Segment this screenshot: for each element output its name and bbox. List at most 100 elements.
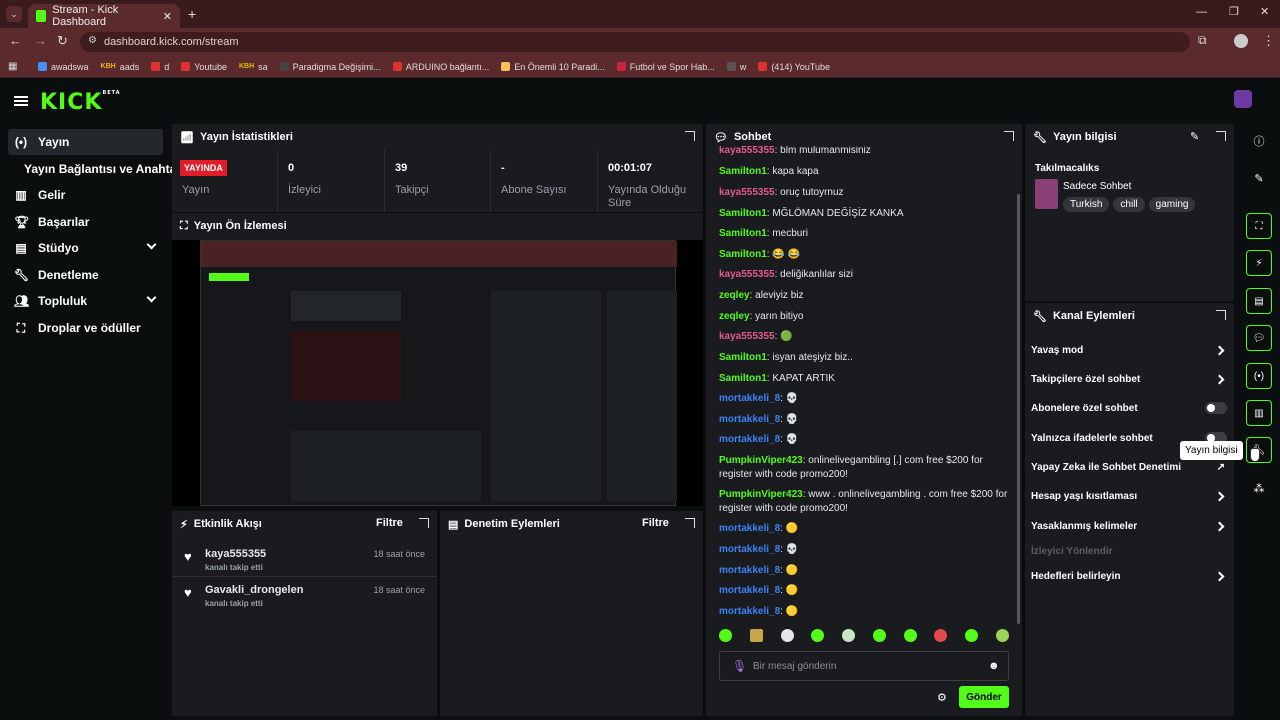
- emote-icon[interactable]: [719, 629, 732, 642]
- bookmark-item[interactable]: KBH aads: [101, 62, 140, 72]
- emote-icon[interactable]: [903, 629, 917, 642]
- bookmark-item[interactable]: KBH sa: [239, 62, 268, 72]
- action-account-age[interactable]: Hesap yaşı kısıtlaması: [1031, 486, 1227, 506]
- chat-username[interactable]: kaya555355: [719, 331, 775, 342]
- tag-chip[interactable]: Turkish: [1063, 197, 1110, 212]
- chat-username[interactable]: mortakkeli_8: [719, 544, 780, 555]
- sidebar-item-topluluk[interactable]: 👥︎ Topluluk: [8, 288, 163, 314]
- chat-username[interactable]: Samilton1: [719, 352, 767, 363]
- emote-icon[interactable]: [934, 629, 948, 642]
- bookmark-item[interactable]: (414) YouTube: [758, 62, 830, 72]
- category-name[interactable]: Sadece Sohbet: [1063, 181, 1131, 192]
- profile-avatar[interactable]: [1234, 34, 1248, 48]
- chat-settings-gear-icon[interactable]: ⚙: [937, 691, 947, 704]
- bookmark-item[interactable]: En Önemli 10 Paradi...: [501, 62, 605, 72]
- action-ai-moderation[interactable]: Yapay Zeka ile Sohbet Denetimi ↗: [1031, 457, 1227, 477]
- chat-username[interactable]: mortakkeli_8: [719, 523, 780, 534]
- sidebar-item-droplar[interactable]: ⛶ Droplar ve ödüller: [8, 315, 163, 341]
- chat-username[interactable]: mortakkeli_8: [719, 393, 780, 404]
- action-followers-only[interactable]: Takipçilere özel sohbet: [1031, 369, 1227, 389]
- rail-stats-button[interactable]: ▥: [1246, 400, 1272, 426]
- send-button[interactable]: Gönder: [959, 686, 1009, 708]
- emote-icon[interactable]: [749, 629, 763, 642]
- bookmark-item[interactable]: awadswa: [38, 62, 89, 72]
- category-thumbnail[interactable]: [1035, 179, 1058, 209]
- microphone-icon[interactable]: 🎙︎: [732, 659, 747, 673]
- chat-username[interactable]: mortakkeli_8: [719, 434, 780, 445]
- chat-username[interactable]: kaya555355: [719, 187, 775, 198]
- extensions-icon[interactable]: ⧉: [1198, 33, 1207, 48]
- bookmark-item[interactable]: Paradigma Değişimi...: [279, 62, 381, 72]
- emote-icon[interactable]: [995, 629, 1009, 642]
- sidebar-item-yayin[interactable]: (•) Yayın: [8, 129, 163, 155]
- action-subs-only[interactable]: Abonelere özel sohbet: [1031, 398, 1227, 418]
- moderation-filter-button[interactable]: Filtre: [642, 517, 669, 529]
- activity-user[interactable]: Gavakli_drongelen: [205, 584, 303, 596]
- sidebar-item-studyo[interactable]: ▤ Stüdyo: [8, 235, 163, 261]
- chat-username[interactable]: Samilton1: [719, 249, 767, 260]
- edit-pencil-icon[interactable]: ✎: [1250, 169, 1268, 187]
- sidebar-item-stream-key[interactable]: Yayın Bağlantısı ve Anahtarı: [18, 156, 184, 182]
- action-set-goals[interactable]: Hedefleri belirleyin: [1031, 566, 1227, 586]
- emote-icon[interactable]: [842, 629, 856, 642]
- forward-icon[interactable]: →: [34, 33, 47, 48]
- edit-pencil-icon[interactable]: ✎: [1190, 130, 1199, 143]
- rail-broadcast-button[interactable]: (•): [1246, 363, 1272, 389]
- stream-preview-video[interactable]: [172, 240, 703, 506]
- chat-username[interactable]: Samilton1: [719, 373, 767, 384]
- address-bar[interactable]: ⚙ dashboard.kick.com/stream: [80, 32, 1190, 52]
- emoji-picker-icon[interactable]: ☻: [988, 660, 1000, 672]
- back-icon[interactable]: ←: [9, 33, 22, 48]
- reload-icon[interactable]: ↻: [57, 33, 68, 49]
- expand-icon[interactable]: [1216, 310, 1226, 320]
- tab-close-icon[interactable]: ✕: [163, 10, 172, 23]
- chat-username[interactable]: Samilton1: [719, 166, 767, 177]
- emote-icon[interactable]: [811, 629, 825, 642]
- bookmark-item[interactable]: Youtube: [181, 62, 227, 72]
- rail-preview-button[interactable]: ⛶: [1246, 213, 1272, 239]
- chat-input[interactable]: 🎙︎ Bir mesaj gönderin ☻: [719, 651, 1009, 681]
- chat-username[interactable]: PumpkinViper423: [719, 489, 803, 500]
- sidebar-item-gelir[interactable]: ▥ Gelir: [8, 182, 163, 208]
- info-icon[interactable]: ⓘ: [1250, 132, 1268, 150]
- more-options-icon[interactable]: ⁂: [1250, 479, 1268, 497]
- chat-username[interactable]: mortakkeli_8: [719, 414, 780, 425]
- chat-username[interactable]: kaya555355: [719, 269, 775, 280]
- minimize-icon[interactable]: —: [1196, 6, 1207, 18]
- rail-moderation-button[interactable]: ▤: [1246, 288, 1272, 314]
- user-avatar[interactable]: [1234, 90, 1252, 108]
- bookmark-item[interactable]: d: [151, 62, 169, 72]
- activity-user[interactable]: kaya555355: [205, 548, 266, 560]
- chevron-down-icon[interactable]: [146, 239, 157, 250]
- chat-username[interactable]: kaya555355: [719, 146, 775, 156]
- expand-icon[interactable]: [1004, 131, 1014, 141]
- restore-icon[interactable]: ❐: [1229, 5, 1239, 18]
- expand-icon[interactable]: [685, 131, 695, 141]
- site-info-icon[interactable]: ⚙: [88, 35, 97, 46]
- chat-username[interactable]: Samilton1: [719, 208, 767, 219]
- chevron-down-icon[interactable]: [146, 292, 157, 303]
- chat-username[interactable]: mortakkeli_8: [719, 585, 780, 596]
- subs-only-toggle[interactable]: [1205, 402, 1227, 414]
- tag-chip[interactable]: chill: [1113, 197, 1145, 212]
- expand-icon[interactable]: [1216, 131, 1226, 141]
- bookmark-item[interactable]: ARDUINO bağlantı...: [392, 62, 489, 72]
- chat-username[interactable]: zeqley: [719, 311, 750, 322]
- chat-username[interactable]: zeqley: [719, 290, 750, 301]
- kick-logo[interactable]: KICKBETA: [40, 90, 121, 115]
- browser-tab[interactable]: Stream - Kick Dashboard ✕: [28, 4, 180, 28]
- apps-grid-icon[interactable]: ▦: [8, 61, 17, 72]
- chat-username[interactable]: mortakkeli_8: [719, 606, 780, 617]
- browser-menu-icon[interactable]: ⋮: [1262, 33, 1275, 49]
- new-tab-icon[interactable]: +: [188, 6, 196, 22]
- sidebar-item-denetleme[interactable]: 🔧︎ Denetleme: [8, 262, 163, 288]
- tab-search-icon[interactable]: ⌄: [6, 6, 22, 22]
- chat-scrollbar[interactable]: [1017, 194, 1020, 624]
- rail-chat-button[interactable]: 💬︎: [1246, 325, 1272, 351]
- chat-username[interactable]: mortakkeli_8: [719, 565, 780, 576]
- hamburger-menu-icon[interactable]: [14, 96, 28, 106]
- expand-icon[interactable]: [419, 518, 429, 528]
- emote-icon[interactable]: [872, 629, 886, 642]
- action-slow-mode[interactable]: Yavaş mod: [1031, 340, 1227, 360]
- chat-username[interactable]: Samilton1: [719, 228, 767, 239]
